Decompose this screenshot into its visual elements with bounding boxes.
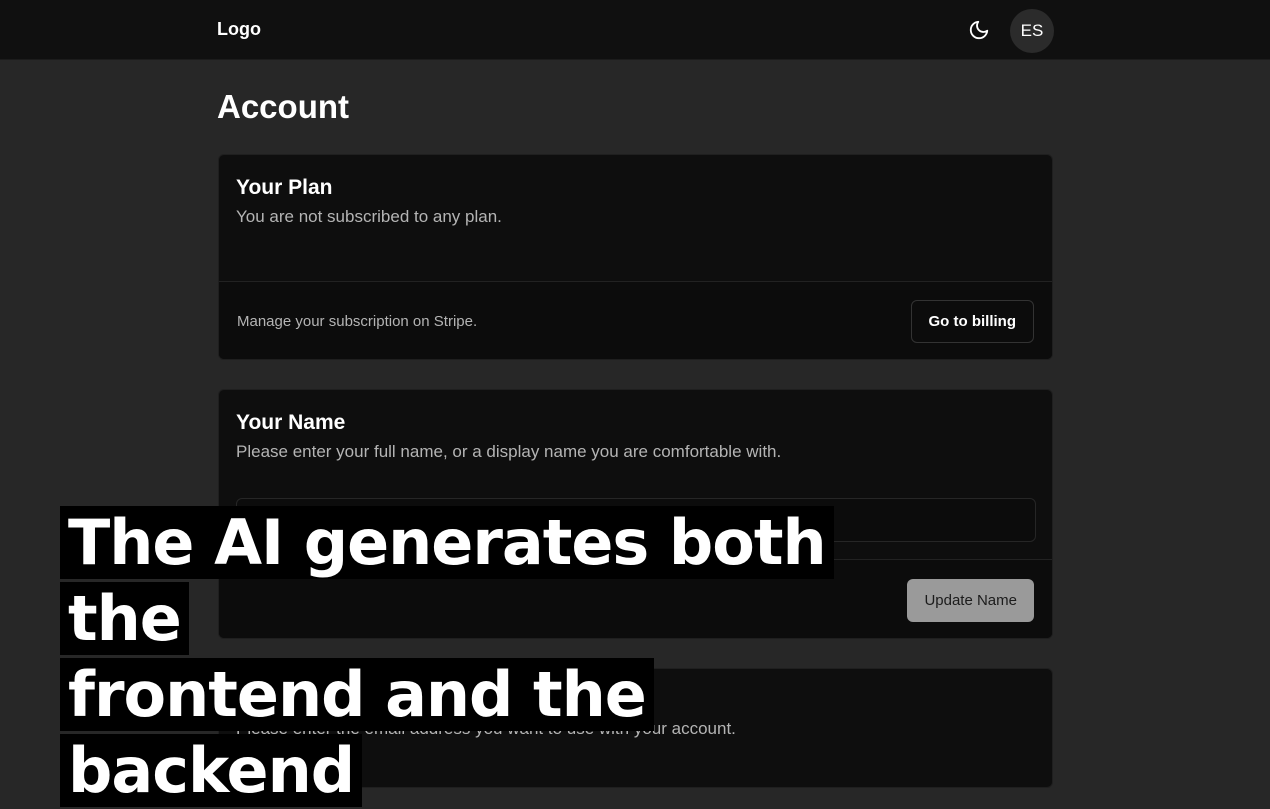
user-avatar[interactable]: ES [1010, 9, 1054, 53]
name-card-description: Please enter your full name, or a displa… [236, 442, 782, 461]
plan-card-description: You are not subscribed to any plan. [236, 207, 502, 226]
name-card-footer: Update Name [219, 559, 1052, 638]
plan-card-title: Your Plan [236, 176, 333, 199]
name-card-title: Your Name [236, 411, 346, 434]
name-input[interactable] [236, 498, 1036, 542]
go-to-billing-button[interactable]: Go to billing [910, 300, 1034, 343]
theme-toggle-button[interactable] [966, 17, 992, 43]
name-card: Your Name Please enter your full name, o… [218, 389, 1053, 639]
plan-footer-text: Manage your subscription on Stripe. [237, 313, 478, 330]
email-card-title: Your Email [236, 690, 345, 713]
moon-icon [969, 20, 989, 40]
plan-card: Your Plan You are not subscribed to any … [218, 154, 1053, 360]
update-name-button[interactable]: Update Name [907, 579, 1034, 622]
logo[interactable]: Logo [217, 19, 261, 40]
plan-card-footer: Manage your subscription on Stripe. Go t… [219, 281, 1052, 359]
top-navigation-bar: Logo ES [0, 0, 1270, 60]
email-card-description: Please enter the email address you want … [236, 719, 736, 738]
email-card: Your Email Please enter the email addres… [218, 668, 1053, 788]
page-title: Account [217, 88, 349, 125]
